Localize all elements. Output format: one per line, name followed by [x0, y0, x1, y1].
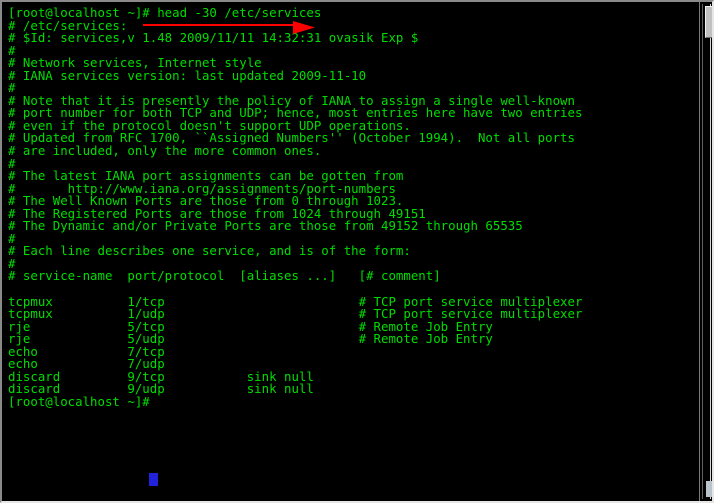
scrollbar-thumb[interactable]	[705, 6, 712, 38]
terminal-line: # are included, only the more common one…	[8, 143, 322, 159]
scrollbar-track[interactable]	[702, 4, 712, 499]
terminal-prompt-line: [root@localhost ~]#	[8, 393, 158, 409]
scrollbar-bottom-marker[interactable]	[706, 481, 712, 497]
terminal-line: # Each line describes one service, and i…	[8, 243, 411, 259]
terminal-cursor	[149, 473, 158, 486]
terminal-window[interactable]: [root@localhost ~]# head -30 /etc/servic…	[0, 0, 714, 503]
terminal-line: # IANA services version: last updated 20…	[8, 67, 367, 83]
terminal-line: # $Id: services,v 1.48 2009/11/11 14:32:…	[8, 30, 419, 46]
terminal-line-format-header: # service-name port/protocol [aliases ..…	[8, 268, 441, 284]
terminal-screen[interactable]: [root@localhost ~]# head -30 /etc/servic…	[2, 2, 699, 501]
vertical-scrollbar[interactable]	[699, 2, 712, 501]
terminal-line: # The Dynamic and/or Private Ports are t…	[8, 218, 523, 234]
